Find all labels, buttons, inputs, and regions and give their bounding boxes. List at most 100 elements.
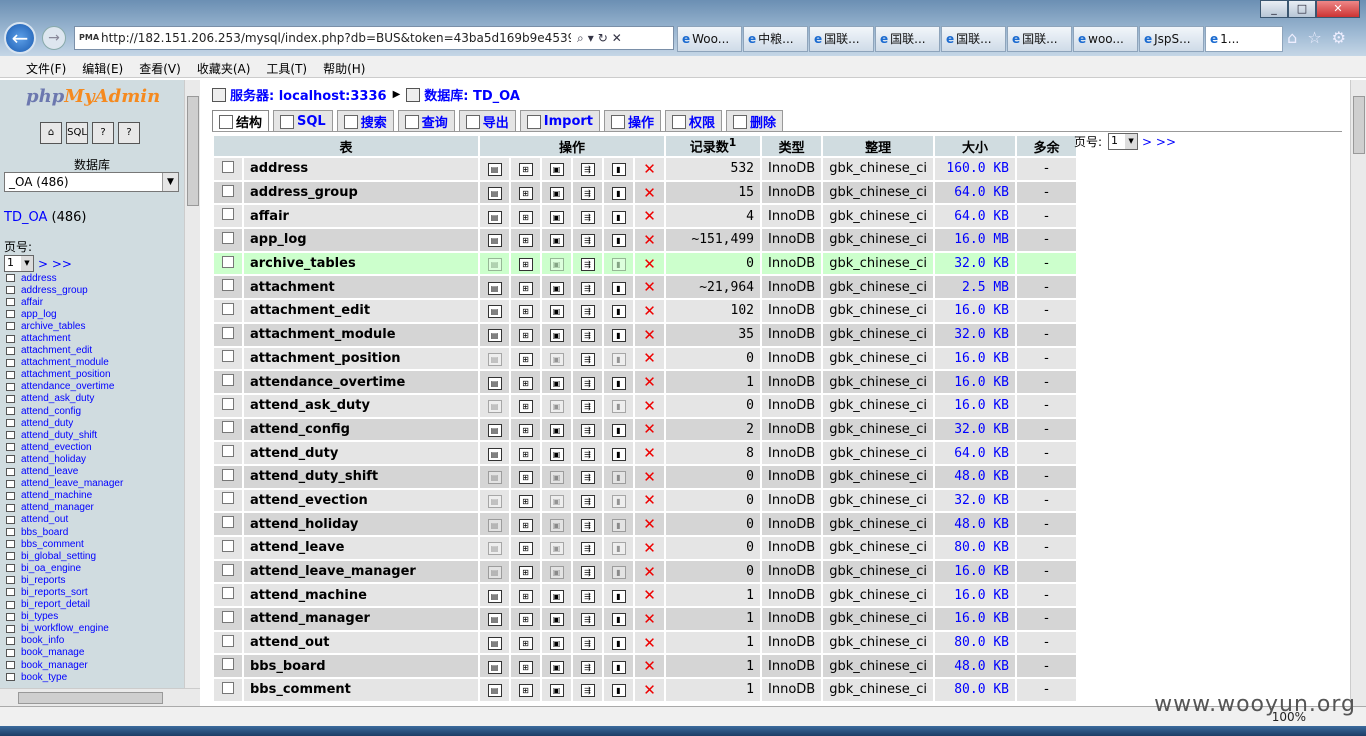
insert-icon[interactable]: ⇶: [580, 400, 595, 414]
tab-sql[interactable]: SQL: [273, 110, 333, 132]
list-item[interactable]: attend_ask_duty: [6, 393, 123, 405]
forward-button[interactable]: →: [42, 26, 66, 50]
search-icon[interactable]: ▣: [549, 187, 564, 201]
drop-action[interactable]: ✕: [635, 205, 664, 228]
search-action[interactable]: ▣: [542, 679, 571, 701]
structure-icon[interactable]: ⊞: [518, 258, 533, 272]
structure-action[interactable]: ⊞: [511, 584, 540, 607]
menu-item[interactable]: 编辑(E): [74, 56, 131, 77]
table-icon[interactable]: [6, 431, 15, 440]
table-link[interactable]: attachment_module: [21, 357, 109, 368]
list-item[interactable]: book_type: [6, 671, 123, 683]
browse-action[interactable]: ▤: [480, 537, 509, 559]
checkbox[interactable]: [222, 539, 234, 552]
empty-action[interactable]: ▮: [604, 631, 633, 654]
empty-action[interactable]: ▮: [604, 560, 633, 583]
insert-action[interactable]: ⇶: [573, 394, 602, 417]
drop-action[interactable]: ✕: [635, 229, 664, 251]
browse-action[interactable]: ▤: [480, 584, 509, 607]
search-icon[interactable]: ▣: [549, 210, 564, 224]
insert-action[interactable]: ⇶: [573, 300, 602, 322]
structure-action[interactable]: ⊞: [511, 655, 540, 678]
table-link[interactable]: book_type: [21, 672, 67, 683]
insert-action[interactable]: ⇶: [573, 347, 602, 370]
search-action[interactable]: ▣: [542, 205, 571, 228]
drop-icon[interactable]: ✕: [643, 491, 656, 509]
drop-action[interactable]: ✕: [635, 465, 664, 488]
drop-action[interactable]: ✕: [635, 655, 664, 678]
server-link[interactable]: 服务器: localhost:3336: [230, 85, 387, 104]
size-link[interactable]: 80.0 KB: [935, 631, 1016, 654]
browse-action[interactable]: ▤: [480, 442, 509, 464]
table-icon[interactable]: [6, 394, 15, 403]
table-link[interactable]: bi_reports_sort: [21, 587, 88, 598]
drop-action[interactable]: ✕: [635, 181, 664, 204]
insert-action[interactable]: ⇶: [573, 631, 602, 654]
browse-icon[interactable]: ▤: [487, 494, 502, 508]
browse-action[interactable]: ▤: [480, 631, 509, 654]
search-action[interactable]: ▣: [542, 465, 571, 488]
row-checkbox[interactable]: [214, 394, 242, 417]
drop-action[interactable]: ✕: [635, 584, 664, 607]
table-icon[interactable]: [6, 286, 15, 295]
table-icon[interactable]: [6, 419, 15, 428]
scrollbar-thumb[interactable]: [18, 692, 163, 704]
search-action[interactable]: ▣: [542, 560, 571, 583]
insert-icon[interactable]: ⇶: [580, 305, 595, 319]
empty-icon[interactable]: ▮: [611, 613, 626, 627]
search-action[interactable]: ▣: [542, 323, 571, 346]
table-icon[interactable]: [6, 310, 15, 319]
list-item[interactable]: bi_reports_sort: [6, 586, 123, 598]
structure-icon[interactable]: ⊞: [518, 471, 533, 485]
table-link[interactable]: bi_report_detail: [21, 599, 90, 610]
structure-icon[interactable]: ⊞: [518, 423, 533, 437]
row-checkbox[interactable]: [214, 537, 242, 559]
insert-icon[interactable]: ⇶: [580, 613, 595, 627]
checkbox[interactable]: [222, 681, 234, 694]
browse-icon[interactable]: ▤: [487, 542, 502, 556]
empty-action[interactable]: ▮: [604, 300, 633, 322]
browse-action[interactable]: ▤: [480, 394, 509, 417]
list-item[interactable]: attend_holiday: [6, 453, 123, 465]
table-name-link[interactable]: attend_machine: [244, 584, 478, 607]
search-icon[interactable]: ▣: [549, 400, 564, 414]
empty-icon[interactable]: ▮: [611, 589, 626, 603]
table-icon[interactable]: [6, 648, 15, 657]
insert-action[interactable]: ⇶: [573, 560, 602, 583]
insert-action[interactable]: ⇶: [573, 276, 602, 299]
search-icon[interactable]: ▣: [549, 566, 564, 580]
empty-action[interactable]: ▮: [604, 252, 633, 275]
browse-icon[interactable]: ▤: [487, 518, 502, 532]
empty-action[interactable]: ▮: [604, 442, 633, 464]
table-icon[interactable]: [6, 407, 15, 416]
table-link[interactable]: bbs_board: [21, 527, 68, 538]
address-bar[interactable]: PMA http://182.151.206.253/mysql/index.p…: [74, 26, 674, 50]
browse-action[interactable]: ▤: [480, 205, 509, 228]
browser-tab[interactable]: e 国联...: [809, 26, 874, 52]
insert-action[interactable]: ⇶: [573, 584, 602, 607]
empty-icon[interactable]: ▮: [611, 187, 626, 201]
structure-action[interactable]: ⊞: [511, 252, 540, 275]
search-icon[interactable]: ▣: [549, 684, 564, 698]
empty-icon[interactable]: ▮: [611, 684, 626, 698]
empty-action[interactable]: ▮: [604, 229, 633, 251]
insert-icon[interactable]: ⇶: [580, 210, 595, 224]
size-link[interactable]: 64.0 KB: [935, 181, 1016, 204]
minimize-button[interactable]: _: [1260, 0, 1288, 18]
checkbox[interactable]: [222, 658, 234, 671]
database-link[interactable]: TD_OA (486): [4, 210, 86, 225]
list-item[interactable]: bi_reports: [6, 574, 123, 586]
search-action[interactable]: ▣: [542, 347, 571, 370]
row-checkbox[interactable]: [214, 679, 242, 701]
empty-action[interactable]: ▮: [604, 371, 633, 393]
insert-icon[interactable]: ⇶: [580, 258, 595, 272]
drop-action[interactable]: ✕: [635, 347, 664, 370]
structure-action[interactable]: ⊞: [511, 158, 540, 180]
size-link[interactable]: 2.5 MB: [935, 276, 1016, 299]
list-item[interactable]: app_log: [6, 308, 123, 320]
size-link[interactable]: 32.0 KB: [935, 252, 1016, 275]
insert-action[interactable]: ⇶: [573, 205, 602, 228]
insert-action[interactable]: ⇶: [573, 489, 602, 512]
table-link[interactable]: attend_machine: [21, 490, 92, 501]
structure-action[interactable]: ⊞: [511, 347, 540, 370]
